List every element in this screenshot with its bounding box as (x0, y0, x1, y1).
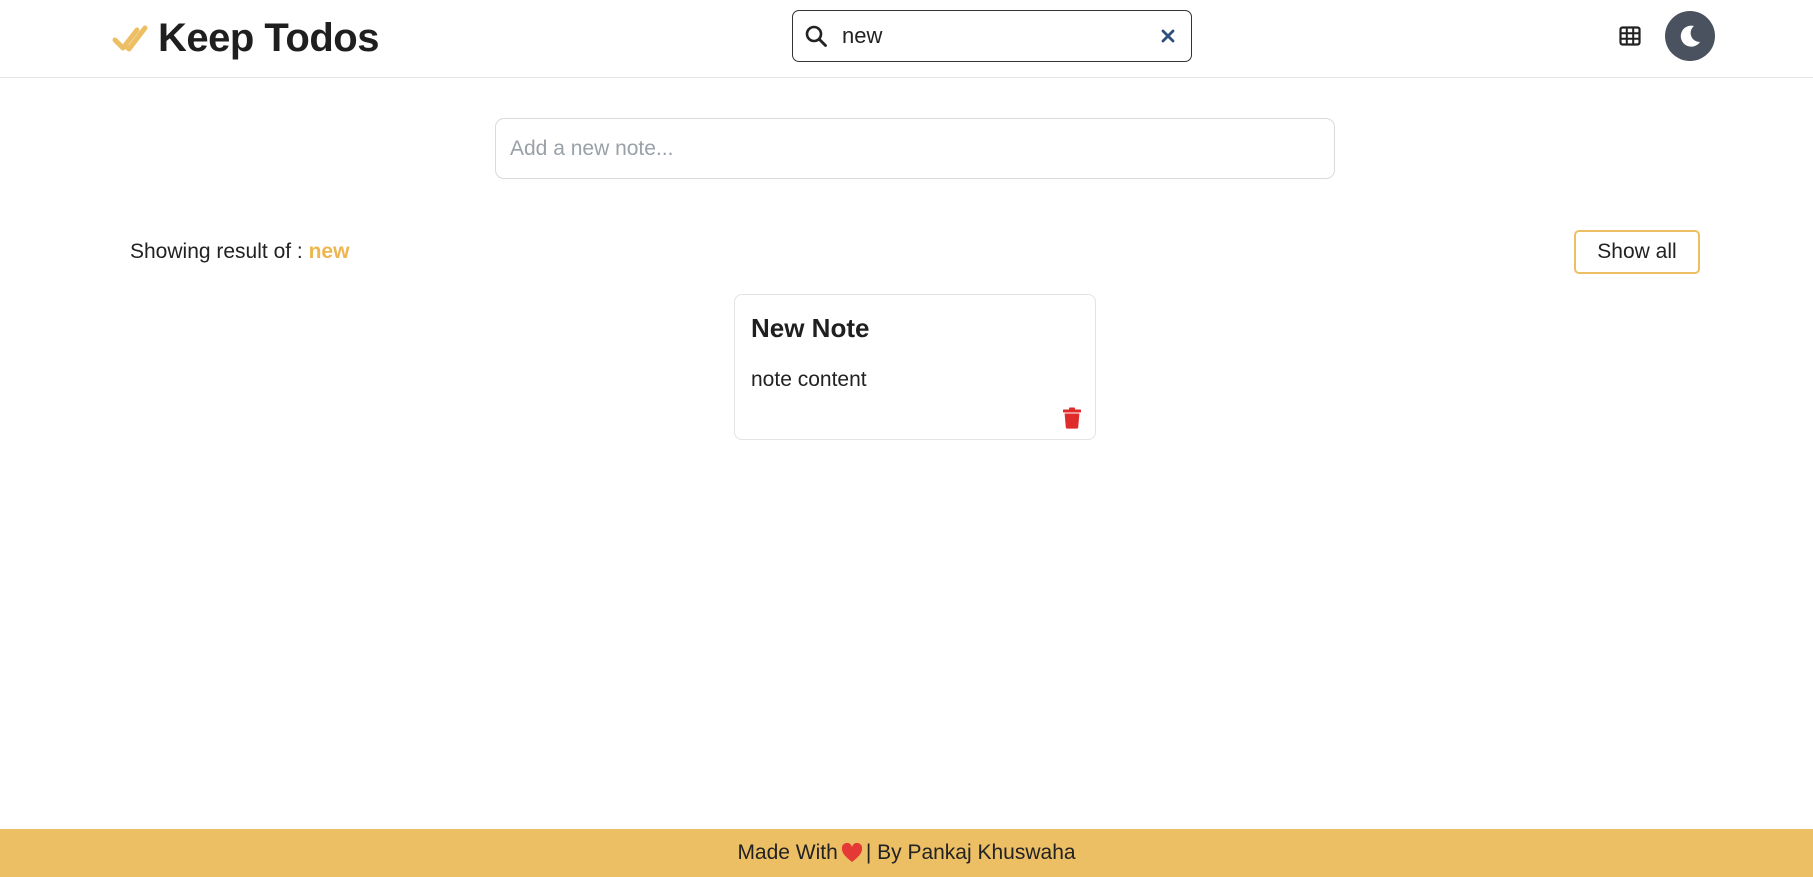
moon-icon (1677, 23, 1703, 49)
note-card[interactable]: New Note note content (734, 294, 1096, 440)
search-input[interactable] (842, 11, 1156, 61)
footer-author: | By Pankaj Khuswaha (865, 841, 1076, 864)
app-footer: Made With | By Pankaj Khuswaha (0, 829, 1813, 877)
app-header: Keep Todos (0, 0, 1813, 78)
heart-icon (841, 843, 863, 863)
grid-icon[interactable] (1616, 22, 1644, 50)
search-box[interactable] (792, 10, 1192, 62)
footer-made-with: Made With (737, 841, 838, 864)
double-check-icon (112, 20, 150, 58)
show-all-button[interactable]: Show all (1574, 230, 1700, 274)
close-icon[interactable] (1156, 24, 1180, 48)
note-content: note content (751, 368, 867, 391)
brand: Keep Todos (112, 16, 379, 61)
result-prefix: Showing result of : (130, 240, 309, 263)
search-result-label: Showing result of : new (130, 240, 349, 264)
result-term: new (308, 240, 350, 263)
brand-title: Keep Todos (158, 16, 379, 60)
new-note-input[interactable] (495, 118, 1335, 179)
trash-icon[interactable] (1062, 407, 1084, 431)
note-title: New Note (751, 313, 870, 343)
theme-toggle-button[interactable] (1665, 11, 1715, 61)
search-icon (804, 24, 828, 48)
